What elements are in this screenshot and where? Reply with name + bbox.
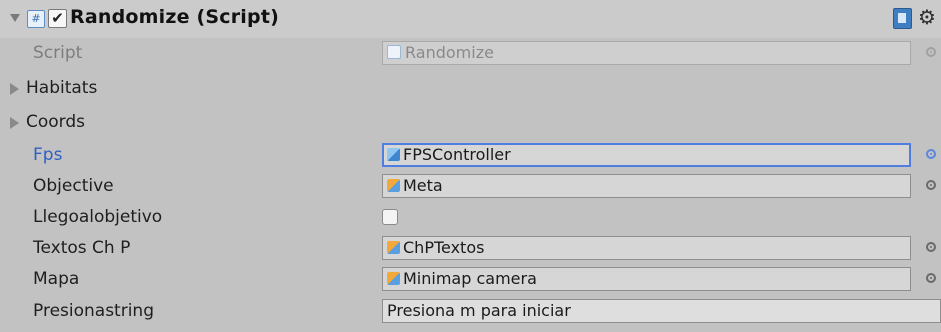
- gameobject-cube-icon: [387, 272, 400, 285]
- llegoalobjetivo-checkbox[interactable]: [382, 209, 398, 225]
- property-row-llegoalobjetivo: Llegoalobjetivo: [0, 203, 941, 233]
- help-book-icon[interactable]: [893, 8, 912, 29]
- property-row-mapa: Mapa Minimap camera: [0, 265, 941, 295]
- presionastring-text-field[interactable]: Presiona m para iniciar: [382, 299, 941, 323]
- object-picker-icon[interactable]: [926, 149, 936, 159]
- script-icon: #: [27, 10, 45, 28]
- property-row-textos: Textos Ch P ChPTextos: [0, 234, 941, 264]
- property-row-presionastring: Presionastring Presiona m para iniciar: [0, 297, 941, 327]
- property-label: Textos Ch P: [33, 238, 131, 258]
- gameobject-cube-icon: [387, 148, 400, 161]
- property-row-fps: Fps FPSController: [0, 141, 941, 171]
- component-title: Randomize (Script): [70, 6, 279, 28]
- object-picker-icon[interactable]: [926, 180, 936, 190]
- script-field: Randomize: [382, 41, 911, 65]
- foldout-triangle-right-icon[interactable]: [10, 117, 19, 129]
- field-value: Minimap camera: [403, 269, 537, 288]
- property-label[interactable]: Coords: [26, 112, 85, 132]
- field-value: FPSController: [403, 145, 511, 164]
- property-row-habitats[interactable]: Habitats: [0, 74, 941, 104]
- object-picker-icon[interactable]: [926, 273, 936, 283]
- property-row-objective: Objective Meta: [0, 172, 941, 202]
- property-label: Script: [33, 43, 83, 63]
- script-icon: [387, 45, 401, 59]
- textos-object-field[interactable]: ChPTextos: [382, 236, 911, 260]
- field-value: Randomize: [405, 43, 494, 62]
- component-enabled-checkbox[interactable]: ✔: [48, 9, 67, 28]
- objective-object-field[interactable]: Meta: [382, 174, 911, 198]
- gameobject-cube-icon: [387, 179, 400, 192]
- mapa-object-field[interactable]: Minimap camera: [382, 267, 911, 291]
- foldout-triangle-down-icon[interactable]: [10, 14, 20, 22]
- gear-icon[interactable]: ⚙: [918, 5, 936, 29]
- property-label: Mapa: [33, 269, 80, 289]
- foldout-triangle-right-icon[interactable]: [10, 83, 19, 95]
- field-value: ChPTextos: [403, 238, 485, 257]
- component-header: # ✔ Randomize (Script) ⚙: [0, 0, 941, 38]
- property-label: Objective: [33, 176, 114, 196]
- property-label: Fps: [33, 145, 63, 165]
- property-label[interactable]: Habitats: [26, 78, 97, 98]
- object-picker-icon[interactable]: [926, 242, 936, 252]
- object-picker-icon: [926, 47, 936, 57]
- property-row-coords[interactable]: Coords: [0, 108, 941, 138]
- fps-object-field[interactable]: FPSController: [382, 143, 911, 167]
- field-value: Meta: [403, 176, 443, 195]
- property-label: Llegoalobjetivo: [33, 207, 163, 227]
- property-label: Presionastring: [33, 301, 155, 321]
- property-row-script: Script Randomize: [0, 39, 941, 69]
- gameobject-cube-icon: [387, 241, 400, 254]
